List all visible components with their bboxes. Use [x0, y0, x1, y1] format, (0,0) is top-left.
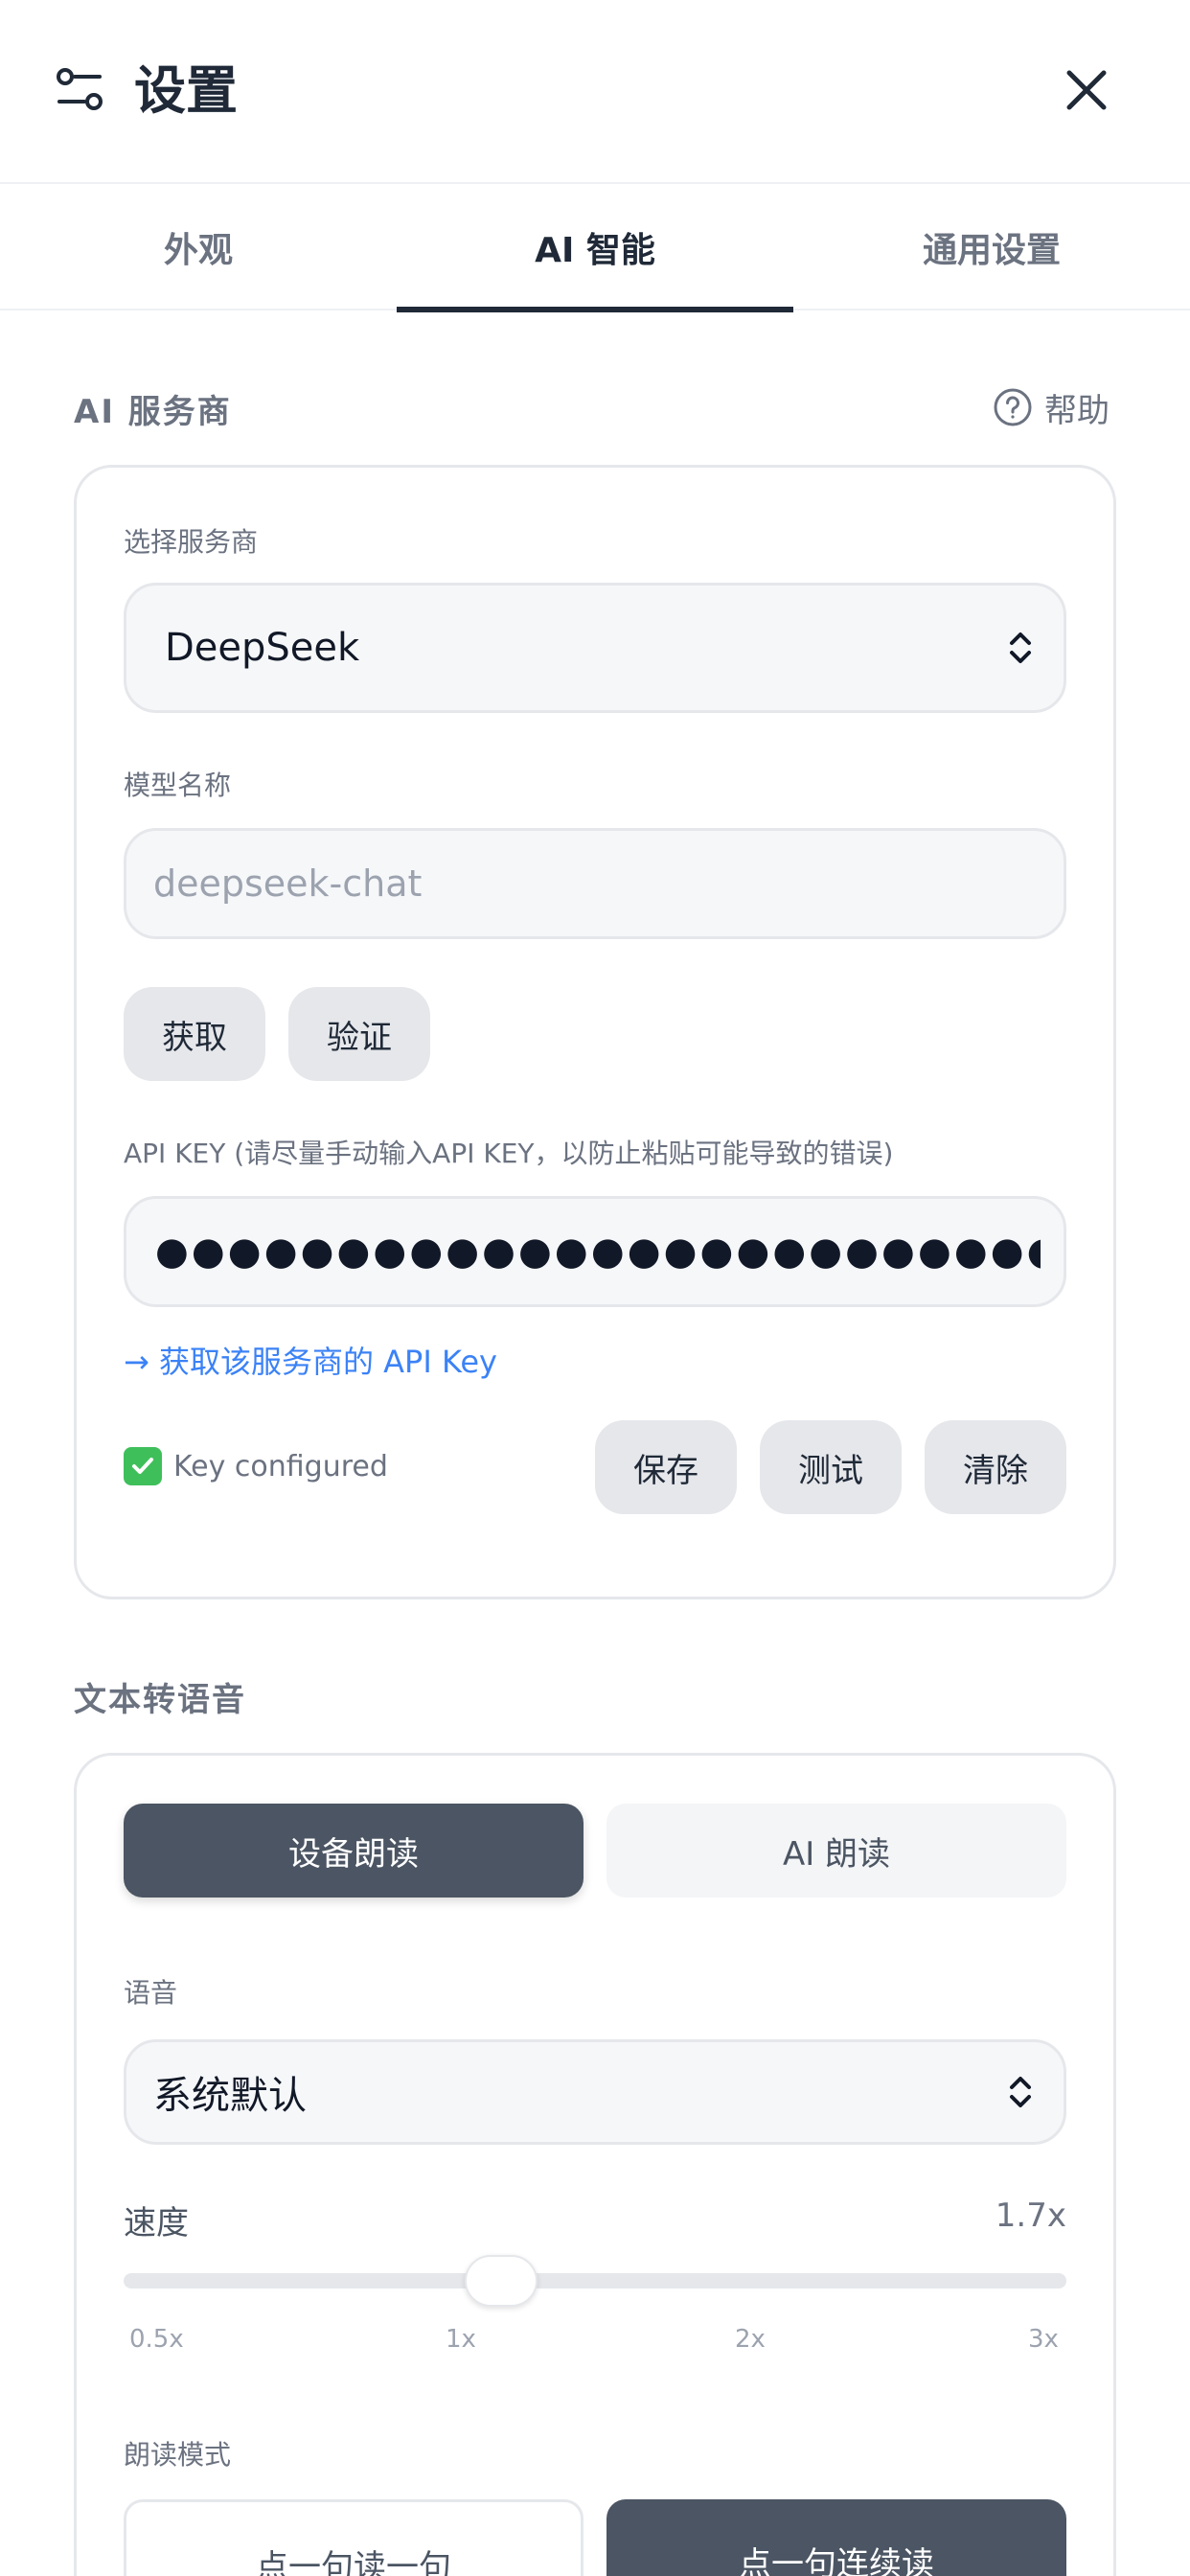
save-button[interactable]: 保存 [595, 1420, 737, 1514]
tab-ai[interactable]: AI 智能 [397, 184, 793, 312]
mode-single-button[interactable]: 点一句读一句 [124, 2499, 584, 2576]
test-button[interactable]: 测试 [760, 1420, 902, 1514]
device-read-toggle[interactable]: 设备朗读 [124, 1804, 584, 1898]
speed-slider[interactable] [124, 2255, 1066, 2307]
api-key-field[interactable]: ●●●●●●●●●●●●●●●●●●●●●●●●●●●●●●●●●●● [124, 1196, 1066, 1307]
speed-value: 1.7x [995, 2196, 1066, 2235]
settings-tabs: 外观 AI 智能 通用设置 [0, 184, 1190, 312]
key-status: Key configured [124, 1447, 388, 1485]
speed-slider-thumb[interactable] [464, 2255, 538, 2307]
tab-general[interactable]: 通用设置 [793, 184, 1190, 310]
api-key-masked-value: ●●●●●●●●●●●●●●●●●●●●●●●●●●●●●●●●●●● [155, 1230, 1041, 1274]
ai-provider-section-title: AI 服务商 [74, 393, 232, 431]
tab-appearance[interactable]: 外观 [0, 184, 397, 310]
check-mark-icon [124, 1447, 162, 1485]
get-api-key-link[interactable]: → 获取该服务商的 API Key [124, 1338, 497, 1382]
model-input[interactable] [153, 862, 1064, 905]
verify-button[interactable]: 验证 [288, 987, 430, 1081]
voice-label: 语音 [124, 1977, 178, 2009]
provider-label: 选择服务商 [124, 526, 259, 558]
help-label: 帮助 [1044, 391, 1110, 430]
settings-header: 设置 [0, 0, 1190, 184]
key-status-text: Key configured [173, 1449, 388, 1484]
speed-tick: 3x [1028, 2325, 1059, 2354]
fetch-button[interactable]: 获取 [124, 987, 265, 1081]
chevron-up-down-icon [1010, 632, 1031, 663]
close-icon[interactable] [1064, 67, 1110, 113]
speed-tick: 1x [446, 2325, 476, 2354]
voice-value: 系统默认 [153, 2074, 307, 2118]
question-circle-icon [994, 388, 1032, 426]
model-label: 模型名称 [124, 770, 232, 801]
page-title: 设置 [134, 60, 238, 121]
model-field[interactable] [124, 828, 1066, 939]
clear-button[interactable]: 清除 [925, 1420, 1066, 1514]
read-mode-label: 朗读模式 [124, 2439, 232, 2471]
speed-label: 速度 [124, 2204, 189, 2242]
speed-tick: 2x [735, 2325, 766, 2354]
chevron-up-down-icon [1010, 2077, 1031, 2107]
tts-section-title: 文本转语音 [74, 1681, 246, 1719]
sliders-icon [57, 68, 103, 110]
mode-continuous-button[interactable]: 点一句连续读 [606, 2499, 1066, 2576]
voice-select[interactable]: 系统默认 [124, 2039, 1066, 2145]
provider-select[interactable]: DeepSeek [124, 583, 1066, 713]
help-button[interactable]: 帮助 [993, 385, 1110, 430]
speed-tick: 0.5x [129, 2325, 184, 2354]
provider-value: DeepSeek [165, 626, 360, 670]
settings-screen: 设置 外观 AI 智能 通用设置 AI 服务商 帮助 选择服务商 DeepSee… [0, 0, 1190, 2576]
api-key-label: API KEY (请尽量手动输入API KEY，以防止粘贴可能导致的错误) [124, 1138, 894, 1169]
ai-read-toggle[interactable]: AI 朗读 [606, 1804, 1066, 1898]
